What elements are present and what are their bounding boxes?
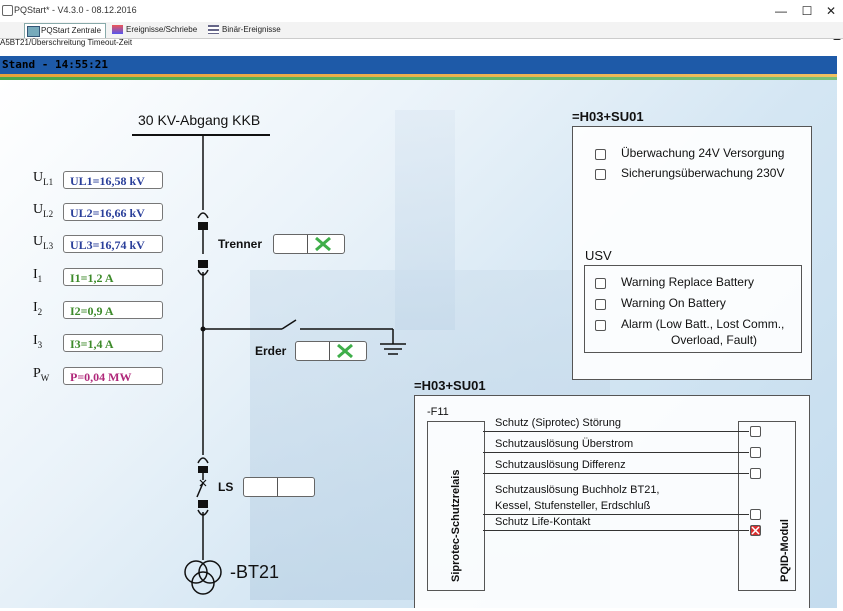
ls-contact-top-block xyxy=(198,466,208,473)
breadcrumb: A5BT21/Überschreitung Timeout-Zeit xyxy=(0,38,133,47)
status-time: Stand - 14:55:21 xyxy=(2,58,108,71)
erder-status[interactable] xyxy=(295,341,367,361)
measurement-value: I2=0,9 A xyxy=(63,301,163,319)
tab-pqstart-zentrale[interactable]: PQStart Zentrale xyxy=(24,23,107,38)
status-bar: Stand - 14:55:21 xyxy=(0,56,837,74)
siprotec-relay-block: Siprotec-Schutzrelais xyxy=(427,421,485,591)
ls-status[interactable] xyxy=(243,477,315,497)
item-replace-battery: Warning Replace Battery xyxy=(621,275,754,289)
ls-contact-top xyxy=(197,457,209,464)
trenner-status[interactable] xyxy=(273,234,345,254)
signal-checkbox[interactable] xyxy=(750,426,761,437)
measurement-symbol: PW xyxy=(33,366,50,383)
measurement-symbol: I3 xyxy=(33,333,43,350)
feeder-title: 30 KV-Abgang KKB xyxy=(138,112,261,128)
item-alarm-line2: Overload, Fault) xyxy=(671,333,758,347)
measurement-symbol: I2 xyxy=(33,300,43,317)
measurement-value: UL3=16,74 kV xyxy=(63,235,163,253)
checkbox-replace-battery[interactable] xyxy=(595,278,606,289)
window-title: PQStart* - V4.3.0 - 08.12.2016 xyxy=(14,5,137,15)
chart-icon xyxy=(112,25,123,34)
pqid-module-block: PQID-Modul xyxy=(738,421,796,591)
close-button[interactable]: ✕ xyxy=(818,2,843,20)
measurement-value: I1=1,2 A xyxy=(63,268,163,286)
signal-label: Schutzauslösung Überstrom xyxy=(495,438,634,450)
cross-icon xyxy=(337,344,353,358)
signal-label-line2: Kessel, Stufensteller, Erdschluß xyxy=(495,500,651,512)
module-label: PQID-Modul xyxy=(779,519,791,582)
trenner-contact-top xyxy=(197,212,209,219)
measurement-symbol: UL2 xyxy=(33,202,54,219)
usv-panel: Warning Replace Battery Warning On Batte… xyxy=(584,265,802,353)
measurement-value: P=0,04 MW xyxy=(63,367,163,385)
window-titlebar: PQStart* - V4.3.0 - 08.12.2016 — ☐ ✕ xyxy=(0,0,843,22)
tab-binaer-ereignisse[interactable]: Binär-Ereignisse xyxy=(206,23,285,37)
ls-label: LS xyxy=(218,480,234,494)
erder-label: Erder xyxy=(255,344,287,358)
measurement-value: UL2=16,66 kV xyxy=(63,203,163,221)
signal-checkbox[interactable] xyxy=(750,468,761,479)
signal-alarm-checkbox[interactable] xyxy=(750,525,761,536)
item-24v: Überwachung 24V Versorgung xyxy=(621,146,785,160)
panel-top-title: =H03+SU01 xyxy=(572,109,644,124)
measurement-value: I3=1,4 A xyxy=(63,334,163,352)
list-icon xyxy=(208,25,219,34)
device-id: -F11 xyxy=(427,406,449,418)
tab-bar: PQStart Zentrale Ereignisse/Schriebe Bin… xyxy=(0,22,843,39)
signal-line xyxy=(483,514,749,515)
tab-ereignisse-schriebe[interactable]: Ereignisse/Schriebe xyxy=(110,23,201,37)
measurement-symbol: UL3 xyxy=(33,234,54,251)
trenner-contact-bottom-block xyxy=(198,260,208,268)
minimize-button[interactable]: — xyxy=(768,2,794,20)
signal-label: Schutz Life-Kontakt xyxy=(495,516,591,528)
measurement-value: UL1=16,58 kV xyxy=(63,171,163,189)
signal-checkbox[interactable] xyxy=(750,509,761,520)
checkbox-alarm[interactable] xyxy=(595,320,606,331)
signal-checkbox[interactable] xyxy=(750,447,761,458)
erder-blade xyxy=(281,319,297,330)
signal-line xyxy=(483,452,749,453)
panel-bottom: -F11 Siprotec-Schutzrelais PQID-Modul Sc… xyxy=(414,395,810,608)
trenner-contact-top-block xyxy=(198,222,208,230)
signal-label: Schutz (Siprotec) Störung xyxy=(495,417,621,429)
signal-label: Schutzauslösung Differenz xyxy=(495,459,626,471)
signal-label: Schutzauslösung Buchholz BT21, xyxy=(495,484,660,496)
item-230v: Sicherungsüberwachung 230V xyxy=(621,166,785,180)
overview-icon xyxy=(27,26,40,37)
panel-bottom-title: =H03+SU01 xyxy=(414,378,486,393)
measurement-symbol: I1 xyxy=(33,267,43,284)
signal-line xyxy=(483,473,749,474)
ls-blade xyxy=(196,482,204,498)
ls-contact-bottom-block xyxy=(198,500,208,508)
usv-title: USV xyxy=(585,248,612,263)
schematic-canvas: 30 KV-Abgang KKB -BT21 Trenner Erder LS … xyxy=(0,80,837,608)
signal-line xyxy=(483,431,749,432)
transformer-label: -BT21 xyxy=(230,562,280,582)
maximize-button[interactable]: ☐ xyxy=(794,2,820,20)
checkbox-230v[interactable] xyxy=(595,169,606,180)
cross-icon xyxy=(315,237,331,251)
app-icon xyxy=(2,5,13,16)
signal-line xyxy=(483,530,749,531)
item-on-battery: Warning On Battery xyxy=(621,296,726,310)
relay-label: Siprotec-Schutzrelais xyxy=(450,469,462,582)
measurement-symbol: UL1 xyxy=(33,170,54,187)
alarm-x-icon xyxy=(751,526,760,535)
trenner-label: Trenner xyxy=(218,237,263,251)
checkbox-24v[interactable] xyxy=(595,149,606,160)
item-alarm-line1: Alarm (Low Batt., Lost Comm., xyxy=(621,317,785,331)
checkbox-on-battery[interactable] xyxy=(595,299,606,310)
panel-top: Überwachung 24V Versorgung Sicherungsübe… xyxy=(572,126,812,380)
